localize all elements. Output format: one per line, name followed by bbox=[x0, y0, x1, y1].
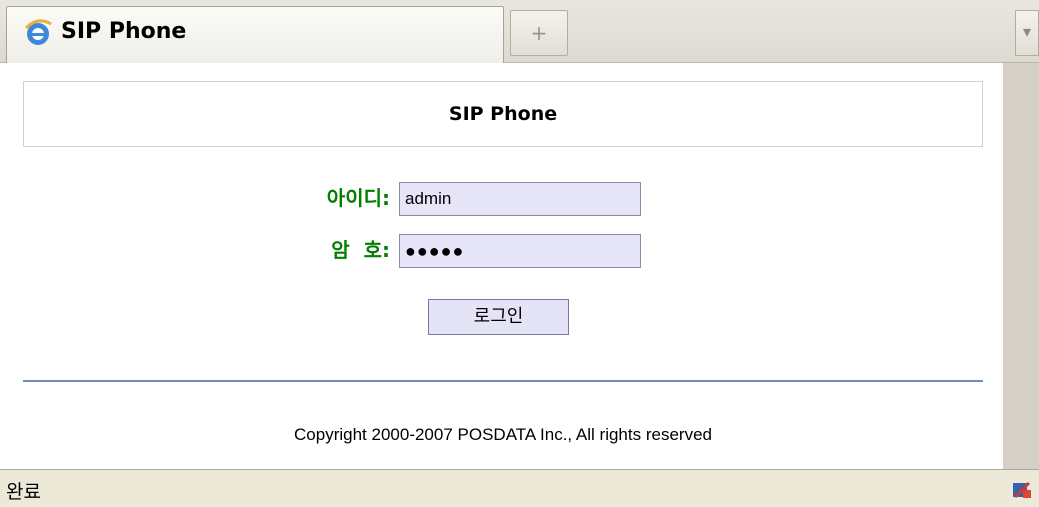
page-content: SIP Phone 아이디: 암 호: ●●●●● 로그인 Copyright … bbox=[0, 63, 1003, 469]
password-input[interactable]: ●●●●● bbox=[399, 234, 641, 268]
id-input[interactable] bbox=[399, 182, 641, 216]
login-button[interactable]: 로그인 bbox=[428, 299, 569, 335]
password-label: 암 호: bbox=[331, 238, 390, 262]
tab-bar: SIP Phone + ▾ bbox=[0, 0, 1039, 63]
status-text: 완료 bbox=[6, 481, 41, 503]
page-title: SIP Phone bbox=[23, 81, 983, 147]
ie-icon bbox=[23, 18, 53, 48]
vertical-scrollbar[interactable] bbox=[1003, 63, 1039, 469]
new-tab-button[interactable]: + bbox=[510, 10, 568, 56]
copyright-text: Copyright 2000-2007 POSDATA Inc., All ri… bbox=[294, 425, 712, 444]
id-label: 아이디: bbox=[326, 186, 390, 210]
tab-list-button[interactable]: ▾ bbox=[1015, 10, 1039, 56]
tab-title: SIP Phone bbox=[61, 19, 187, 44]
status-bar: 완료 bbox=[0, 469, 1039, 507]
tab-sip-phone[interactable]: SIP Phone bbox=[6, 6, 504, 63]
page-status-icon[interactable] bbox=[1011, 480, 1033, 500]
divider bbox=[23, 380, 983, 382]
